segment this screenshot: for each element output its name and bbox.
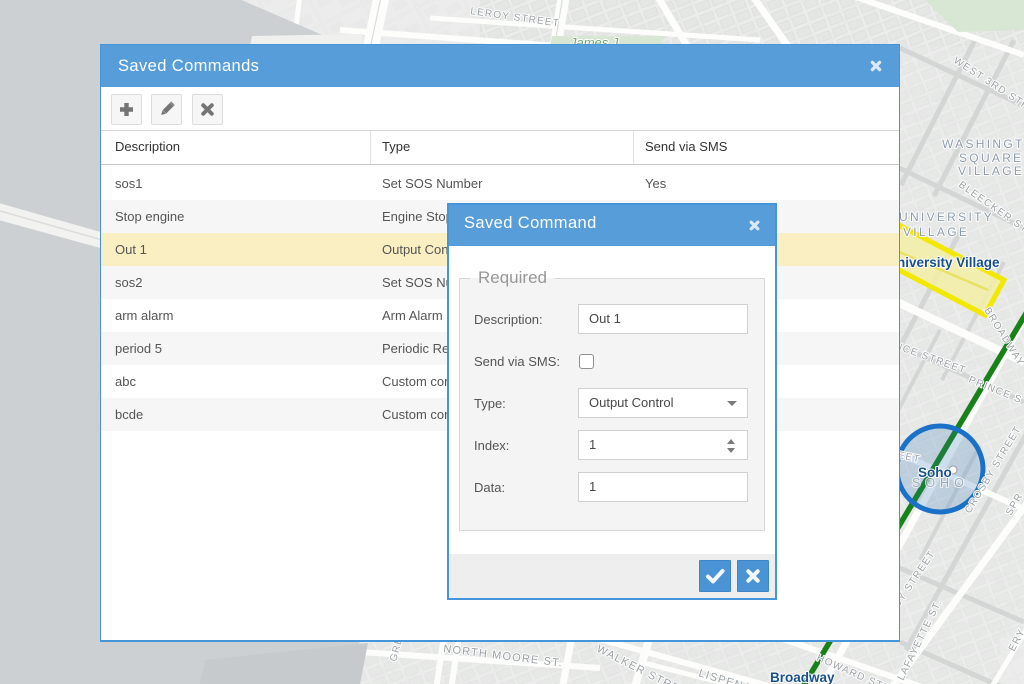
svg-text:Broadway: Broadway — [770, 670, 835, 684]
svg-text:UNIVERSITY: UNIVERSITY — [899, 210, 994, 224]
svg-text:niversity Village: niversity Village — [897, 255, 1000, 270]
svg-text:VILLAGE: VILLAGE — [903, 225, 969, 239]
svg-text:VILLAGE: VILLAGE — [958, 164, 1024, 178]
svg-text:SQUARE: SQUARE — [959, 151, 1023, 165]
svg-text:Soho: Soho — [918, 465, 952, 480]
svg-text:WASHINGTON: WASHINGTON — [942, 137, 1024, 151]
